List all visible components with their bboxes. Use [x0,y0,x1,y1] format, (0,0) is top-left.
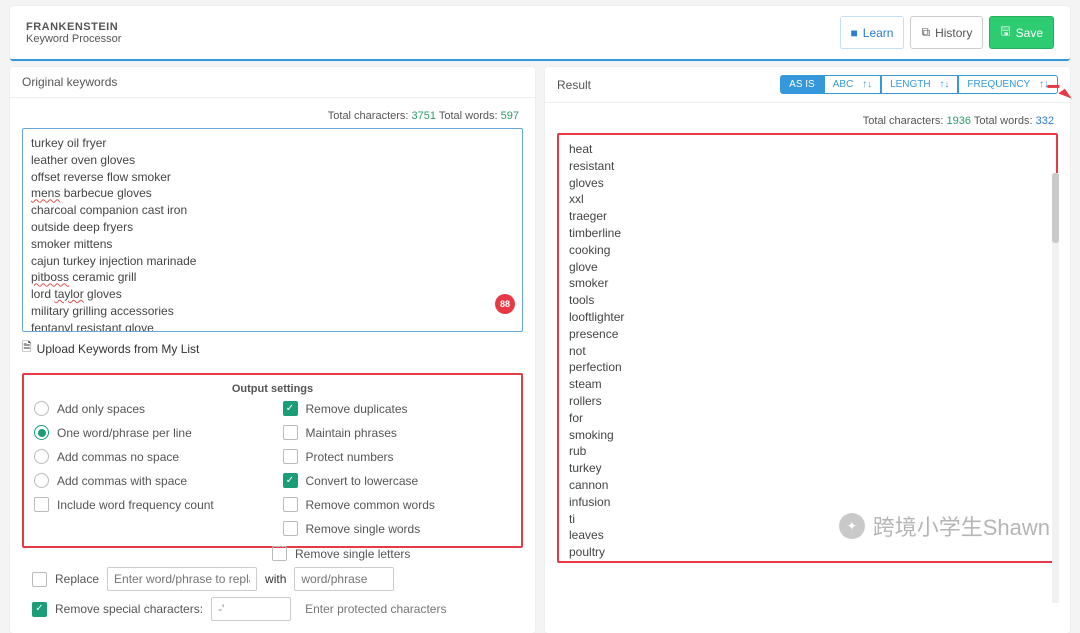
keyword-line: military grilling accessories [31,303,514,320]
keyword-line: pitboss ceramic grill [31,269,514,286]
scrollbar-thumb[interactable] [1052,173,1059,243]
result-line: timberline [569,225,1046,242]
keyword-line: charcoal companion cast iron [31,202,514,219]
keyword-line: fentanyl resistant glove [31,320,514,332]
sort-abc[interactable]: ABC ↑↓ [824,75,881,94]
result-line: glove [569,259,1046,276]
result-line: resistant [569,158,1046,175]
keyword-line: turkey oil fryer [31,135,514,152]
keyword-line: lord taylor gloves [31,286,514,303]
app-subtitle: Keyword Processor [26,33,121,45]
sort-frequency[interactable]: FREQUENCY ↑↓ [958,75,1058,94]
result-line: cannon [569,477,1046,494]
upload-keywords-link[interactable]: 🗎 Upload Keywords from My List [22,332,199,369]
result-line: traeger [569,208,1046,225]
result-line: smoker [569,275,1046,292]
replace-to-input[interactable] [294,567,394,591]
result-line: perfection [569,359,1046,376]
opt-add-commas-no-space[interactable]: Add commas no space [34,449,263,464]
result-output[interactable]: heatresistantglovesxxltraegertimberlinec… [557,133,1058,563]
result-line: presence [569,326,1046,343]
result-line: for [569,410,1046,427]
result-line: smoking [569,427,1046,444]
app-title: FRANKENSTEIN [26,21,121,33]
replace-from-input[interactable] [107,567,257,591]
opt-maintain-phrases[interactable]: Maintain phrases [283,425,512,440]
result-line: cooking [569,242,1046,259]
keyword-line: smoker mittens [31,236,514,253]
result-line: xxl [569,191,1046,208]
opt-add-commas-with-space[interactable]: Add commas with space [34,473,263,488]
result-line: tools [569,292,1046,309]
video-icon: ■ [851,26,858,40]
right-char-count: 1936 [947,115,971,127]
remove-special-value[interactable] [211,597,291,621]
result-line: ti [569,511,1046,528]
left-char-count: 3751 [412,110,436,122]
remove-special-protected[interactable] [299,598,459,620]
history-button[interactable]: ⧉ History [910,16,983,49]
result-line: rollers [569,393,1046,410]
result-scrollbar[interactable] [1052,173,1059,603]
opt-remove-single-letters[interactable]: Remove single letters [272,546,523,561]
right-stats: Total characters: 1936 Total words: 332 [557,111,1058,133]
keyword-line: offset reverse flow smoker [31,169,514,186]
opt-one-word-per-line[interactable]: One word/phrase per line [34,425,263,440]
result-line: rub [569,443,1046,460]
left-word-count: 597 [501,110,519,122]
opt-replace[interactable]: Replace [32,572,99,587]
left-stats: Total characters: 3751 Total words: 597 [22,106,523,128]
keyword-line: leather oven gloves [31,152,514,169]
sort-as-is[interactable]: AS IS [780,75,824,94]
result-line: infusion [569,494,1046,511]
score-badge: 88 [495,294,515,314]
opt-remove-duplicates[interactable]: Remove duplicates [283,401,512,416]
opt-remove-special[interactable]: Remove special characters: [32,602,203,617]
result-line: gloves [569,175,1046,192]
opt-convert-lowercase[interactable]: Convert to lowercase [283,473,512,488]
right-word-count: 332 [1036,115,1054,127]
history-icon: ⧉ [921,25,930,40]
result-line: heat [569,141,1046,158]
original-keywords-title: Original keywords [22,75,117,89]
keyword-line: cajun turkey injection marinade [31,253,514,270]
output-settings-panel: Output settings Add only spaces One word… [22,373,523,548]
opt-protect-numbers[interactable]: Protect numbers [283,449,512,464]
opt-remove-common[interactable]: Remove common words [283,497,512,512]
opt-remove-single-words[interactable]: Remove single words [283,521,512,536]
result-title: Result [557,78,591,92]
result-line: leaves [569,527,1046,544]
sort-length[interactable]: LENGTH ↑↓ [881,75,958,94]
result-line: turkey [569,460,1046,477]
replace-with-label: with [265,572,286,586]
sort-control: AS IS ABC ↑↓ LENGTH ↑↓ FREQUENCY ↑↓ [780,75,1058,94]
result-line: poultry [569,544,1046,561]
learn-button[interactable]: ■ Learn [840,16,905,49]
result-line: steam [569,376,1046,393]
keyword-line: outside deep fryers [31,219,514,236]
keywords-textarea[interactable]: turkey oil fryerleather oven glovesoffse… [22,128,523,332]
save-button[interactable]: 🖫 Save [989,16,1054,49]
upload-icon: 🗎 [22,338,32,359]
save-icon: 🖫 [1000,22,1010,43]
result-line: looftlighter [569,309,1046,326]
keyword-line: mens barbecue gloves [31,185,514,202]
opt-include-freq[interactable]: Include word frequency count [34,497,263,512]
result-line: grilling [569,561,1046,563]
output-settings-title: Output settings [34,383,511,395]
result-line: not [569,343,1046,360]
opt-add-only-spaces[interactable]: Add only spaces [34,401,263,416]
